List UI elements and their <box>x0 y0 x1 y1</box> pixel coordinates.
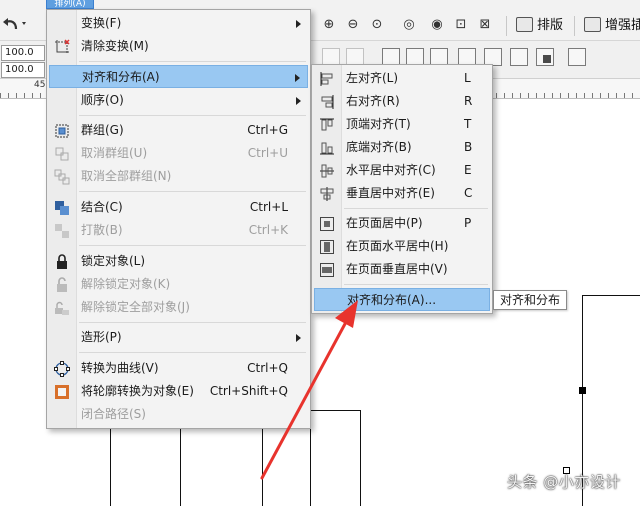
menu-item-align-center-horizontal[interactable]: 水平居中对齐(C) E <box>314 159 490 182</box>
group-icon <box>54 123 70 139</box>
align-distribute-submenu: 左对齐(L) L 右对齐(R) R 顶端对齐(T) T 底端对齐(B) B 水平… <box>311 64 493 314</box>
menu-item-center-to-page[interactable]: 在页面居中(P) P <box>314 212 490 235</box>
selection-handle[interactable] <box>579 387 586 394</box>
undo-button[interactable] <box>2 13 32 35</box>
menu-separator <box>79 352 306 353</box>
menu-item-unlock-object[interactable]: 解除锁定对象(K) <box>49 273 308 296</box>
toolbar-divider <box>506 16 507 36</box>
menu-separator <box>344 284 488 285</box>
center-horizontally-page-icon <box>319 239 335 255</box>
unlock-all-icon <box>54 300 70 316</box>
menu-item-convert-to-curves[interactable]: 转换为曲线(V) Ctrl+Q <box>49 357 308 380</box>
shape-outline[interactable] <box>110 425 111 506</box>
shape-outline[interactable] <box>582 295 640 296</box>
combine-icon <box>54 200 70 216</box>
unlock-icon <box>54 277 70 293</box>
menu-item-unlock-all[interactable]: 解除锁定全部对象(J) <box>49 296 308 319</box>
insert-plugin-button[interactable]: 增强插件 <box>584 16 640 36</box>
shape-outline[interactable] <box>180 425 181 506</box>
shape-outline[interactable] <box>310 410 361 411</box>
zoom-page-icon[interactable]: ◉ <box>428 16 446 34</box>
menu-item-group[interactable]: 群组(G) Ctrl+G <box>49 119 308 142</box>
center-to-page-icon <box>319 216 335 232</box>
undo-icon <box>3 18 26 30</box>
menu-item-outline-to-object[interactable]: 将轮廓转换为对象(E) Ctrl+Shift+Q <box>49 380 308 403</box>
align-left-icon <box>319 71 335 87</box>
zoom-height-icon[interactable]: ⊠ <box>476 16 494 34</box>
align-bottom-icon <box>319 140 335 156</box>
menu-item-shaping[interactable]: 造形(P) <box>49 326 308 349</box>
submenu-arrow-icon <box>296 20 301 28</box>
menu-separator <box>344 208 488 209</box>
convert-to-curves-icon <box>54 361 70 377</box>
menu-arrange-tab[interactable]: 排列(A) <box>46 0 94 9</box>
align-top-icon <box>319 117 335 133</box>
plugin-icon <box>584 17 601 32</box>
arrange-menu: 变换(F) 清除变换(M) 对齐和分布(A) 顺序(O) 群组(G) Ctrl+… <box>46 9 311 429</box>
height-field[interactable]: 100.0 <box>1 62 45 78</box>
boundary-icon[interactable] <box>536 48 554 66</box>
align-distribute-icon[interactable] <box>568 48 586 66</box>
arrange-button[interactable]: 排版 <box>516 16 563 36</box>
menu-item-combine[interactable]: 结合(C) Ctrl+L <box>49 196 308 219</box>
menu-item-align-distribute[interactable]: 对齐和分布(A) <box>49 65 308 88</box>
back-minus-front-icon[interactable] <box>510 48 528 66</box>
ungroup-icon <box>54 146 70 162</box>
menu-item-ungroup-all[interactable]: 取消全部群组(N) <box>49 165 308 188</box>
menu-separator <box>79 191 306 192</box>
align-center-horizontal-icon <box>319 163 335 179</box>
menu-separator <box>79 322 306 323</box>
menu-item-clear-transform[interactable]: 清除变换(M) <box>49 35 308 58</box>
center-vertically-page-icon <box>319 262 335 278</box>
menu-item-close-path[interactable]: 闭合路径(S) <box>49 403 308 426</box>
watermark-text: 头条 @小亦设计 <box>507 473 621 491</box>
outline-to-object-icon <box>54 384 70 400</box>
menu-item-ungroup[interactable]: 取消群组(U) Ctrl+U <box>49 142 308 165</box>
shape-outline[interactable] <box>262 425 263 506</box>
menu-item-align-right[interactable]: 右对齐(R) R <box>314 90 490 113</box>
zoom-width-icon[interactable]: ⊡ <box>452 16 470 34</box>
shape-outline[interactable] <box>360 410 361 506</box>
tooltip: 对齐和分布 <box>493 290 568 310</box>
zoom-all-icon[interactable]: ◎ <box>400 16 418 34</box>
menu-item-align-left[interactable]: 左对齐(L) L <box>314 67 490 90</box>
menu-separator <box>79 245 306 246</box>
align-center-vertical-icon <box>319 186 335 202</box>
toolbar-divider <box>574 16 575 36</box>
submenu-arrow-icon <box>295 74 300 82</box>
align-right-icon <box>319 94 335 110</box>
menu-item-break-apart[interactable]: 打散(B) Ctrl+K <box>49 219 308 242</box>
zoom-out-icon[interactable]: ⊖ <box>344 16 362 34</box>
menu-separator <box>79 61 306 62</box>
lock-icon <box>54 254 70 270</box>
menu-item-center-vertically-page[interactable]: 在页面垂直居中(V) <box>314 258 490 281</box>
menu-item-center-horizontally-page[interactable]: 在页面水平居中(H) <box>314 235 490 258</box>
menu-item-align-center-vertical[interactable]: 垂直居中对齐(E) C <box>314 182 490 205</box>
width-field[interactable]: 100.0 <box>1 45 45 61</box>
menu-item-transform[interactable]: 变换(F) <box>49 12 308 35</box>
submenu-arrow-icon <box>296 97 301 105</box>
zoom-selected-icon[interactable]: ⊙ <box>368 16 386 34</box>
submenu-arrow-icon <box>296 334 301 342</box>
menu-item-align-distribute-dialog[interactable]: 对齐和分布(A)... <box>314 288 490 311</box>
zoom-in-icon[interactable]: ⊕ <box>320 16 338 34</box>
menu-item-align-top[interactable]: 顶端对齐(T) T <box>314 113 490 136</box>
ungroup-all-icon <box>54 169 70 185</box>
arrange-icon <box>516 17 533 32</box>
clear-transform-icon <box>54 39 70 55</box>
menu-item-align-bottom[interactable]: 底端对齐(B) B <box>314 136 490 159</box>
menu-item-order[interactable]: 顺序(O) <box>49 89 308 112</box>
menu-item-lock-object[interactable]: 锁定对象(L) <box>49 250 308 273</box>
menu-separator <box>79 115 306 116</box>
break-apart-icon <box>54 223 70 239</box>
